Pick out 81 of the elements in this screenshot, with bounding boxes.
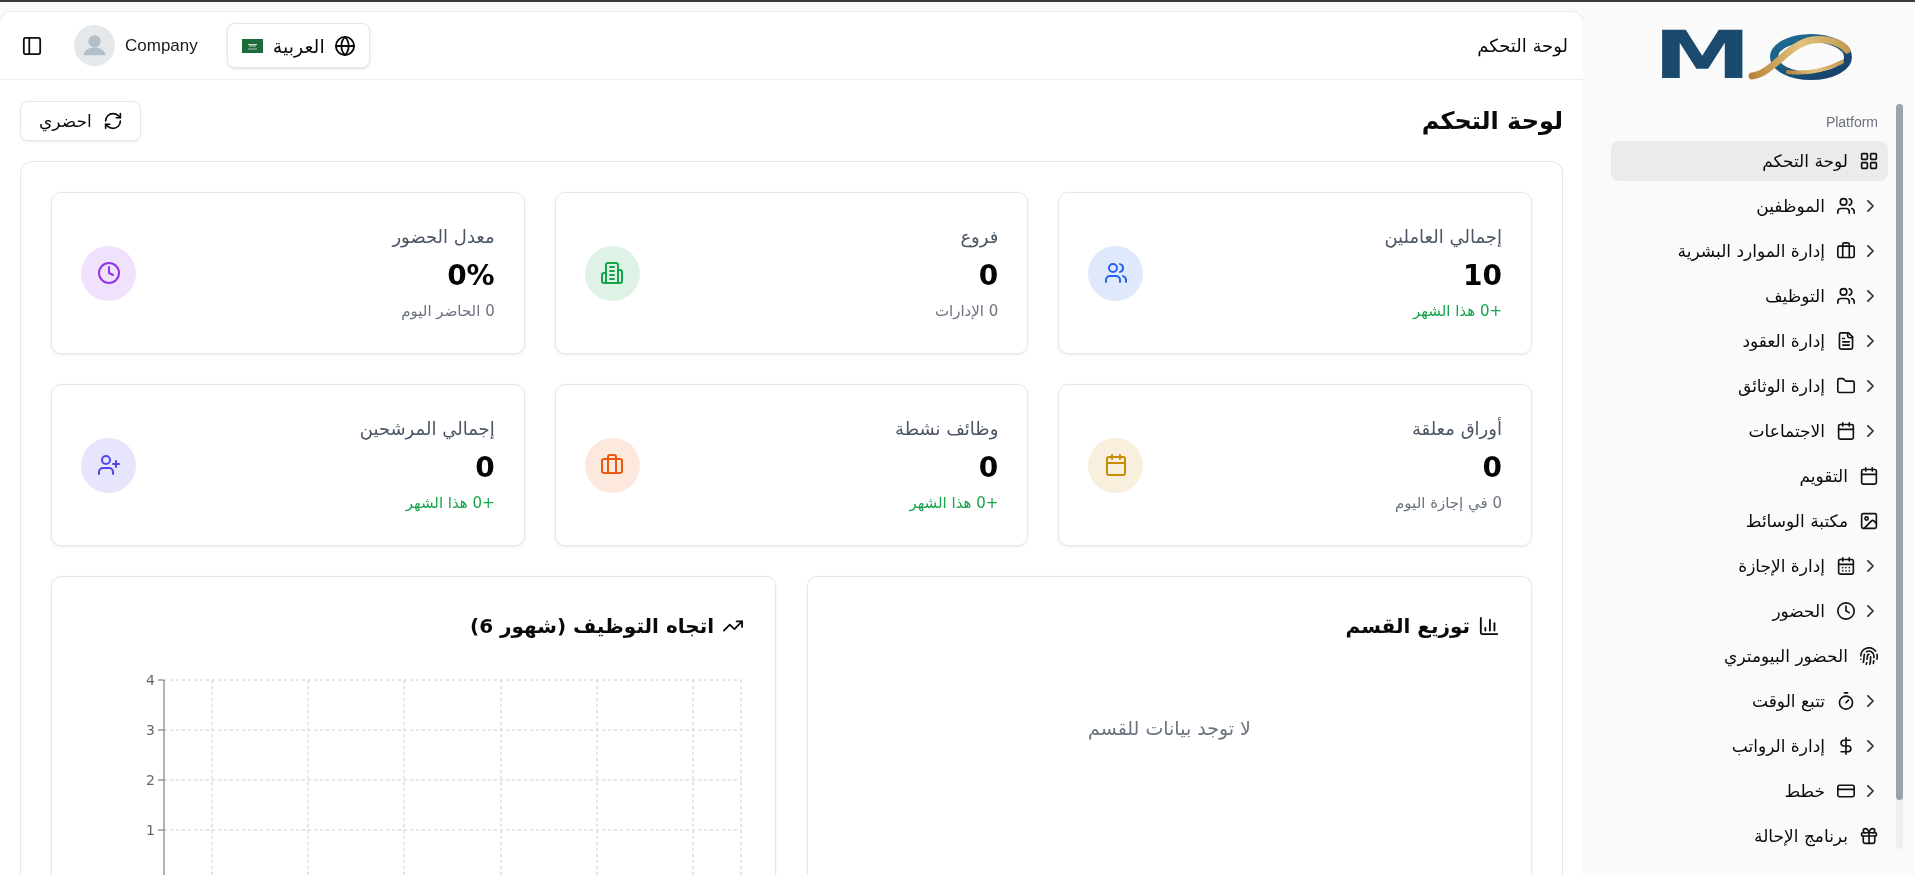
avatar-icon[interactable] — [74, 25, 115, 66]
stat-title: فروع — [960, 225, 999, 249]
card-icon — [1837, 782, 1855, 800]
chevron-icon — [1867, 740, 1874, 752]
axis-label: 3 — [146, 722, 155, 738]
chevron-icon — [1867, 245, 1874, 257]
sidebar-item[interactable]: تتبع الوقت — [1611, 681, 1888, 721]
sidebar-item[interactable]: الحضور — [1611, 591, 1888, 631]
sidebar-item[interactable]: إدارة الرواتب — [1611, 726, 1888, 766]
chart-title: اتجاه التوظيف (شهور 6) — [470, 614, 714, 638]
chevron-icon — [1867, 560, 1874, 572]
header-title: لوحة التحكم — [1477, 35, 1568, 56]
chevron-icon — [1867, 200, 1874, 212]
sidebar-item[interactable]: إدارة العقود — [1611, 321, 1888, 361]
stat-title: أوراق معلقة — [1411, 417, 1502, 441]
language-button[interactable]: العربية — [226, 23, 370, 68]
axis-label: 2 — [146, 772, 155, 788]
stat-subtitle: 0 الحاضر اليوم — [401, 301, 495, 321]
sidebar-item[interactable]: مكتبة الوسائط — [1611, 501, 1888, 541]
folder-icon — [1837, 377, 1855, 395]
sidebar-item[interactable]: إدارة الموارد البشرية — [1611, 231, 1888, 271]
sidebar-toggle-icon[interactable] — [22, 35, 42, 56]
sidebar-item[interactable]: برنامج الإحالة — [1611, 816, 1888, 856]
clock-icon — [1837, 602, 1855, 620]
chevron-icon — [1867, 425, 1874, 437]
chevron-icon — [1867, 605, 1874, 617]
chevron-icon — [1867, 380, 1874, 392]
sidebar-item[interactable]: إدارة الوثائق — [1611, 366, 1888, 406]
sidebar-item[interactable]: إدارة الإجازة — [1611, 546, 1888, 586]
stat-subtitle: +0 هذا الشهر — [1413, 301, 1502, 321]
stat-title: معدل الحضور — [392, 225, 495, 249]
empty-message: لا توجد بيانات للقسم — [1087, 717, 1252, 739]
stat-value: 0 — [978, 450, 999, 486]
stat-value: 0 — [1482, 450, 1502, 486]
sidebar-item[interactable]: الحضور البيومتري — [1611, 636, 1888, 676]
logo-letter: M — [1652, 30, 1752, 82]
stat-value: 10 — [1463, 258, 1502, 294]
sidebar-item[interactable]: لوحة التحكم — [1611, 141, 1888, 181]
stat-value: 0 — [978, 258, 999, 294]
stat-title: إجمالي العاملين — [1384, 225, 1502, 249]
refresh-icon — [103, 112, 122, 130]
stat-subtitle: 0 في إجازة اليوم — [1395, 493, 1502, 513]
gift-icon — [1860, 827, 1878, 845]
axis-label: 1 — [146, 822, 155, 838]
stat-value: 0 — [475, 450, 495, 486]
page-title: لوحة التحكم — [1421, 107, 1563, 135]
dollar-icon — [1837, 737, 1855, 755]
chevron-icon — [1867, 695, 1874, 707]
image-icon — [1860, 512, 1878, 530]
sidebar-item[interactable]: التوظيف — [1611, 276, 1888, 316]
globe-icon — [334, 35, 355, 56]
section-label: Platform — [1824, 113, 1878, 132]
users-icon — [1837, 197, 1855, 215]
axis-label: 4 — [146, 672, 155, 688]
calendar-icon — [1837, 422, 1855, 440]
document-icon — [1837, 332, 1855, 350]
stat-value: 0% — [447, 258, 495, 294]
refresh-button[interactable]: احضري — [20, 101, 141, 141]
stat-title: إجمالي المرشحين — [359, 417, 495, 441]
stopwatch-icon — [1837, 692, 1855, 710]
user-name: Company — [125, 35, 198, 56]
chevron-icon — [1867, 335, 1874, 347]
sidebar-item[interactable]: الموظفين — [1611, 186, 1888, 226]
calendar-icon — [1860, 467, 1878, 485]
calendar-icon — [1837, 557, 1855, 575]
stat-subtitle: +0 هذا الشهر — [405, 493, 495, 513]
chart-title: توزيع القسم — [1345, 614, 1470, 638]
chevron-icon — [1867, 290, 1874, 302]
flag-icon — [241, 38, 263, 53]
bar-chart-icon — [1479, 616, 1499, 636]
users-icon — [1837, 287, 1855, 305]
stat-subtitle: +0 هذا الشهر — [909, 493, 999, 513]
sidebar-item[interactable]: خطط — [1611, 771, 1888, 811]
sidebar-item[interactable]: الاجتماعات — [1611, 411, 1888, 451]
stat-subtitle: 0 الإدارات — [934, 301, 999, 321]
sidebar-item[interactable]: التقويم — [1611, 456, 1888, 496]
briefcase-icon — [1837, 242, 1855, 260]
fingerprint-icon — [1860, 647, 1878, 665]
stat-title: وظائف نشطة — [895, 417, 999, 441]
chevron-icon — [1867, 785, 1874, 797]
grid-icon — [1860, 152, 1878, 170]
